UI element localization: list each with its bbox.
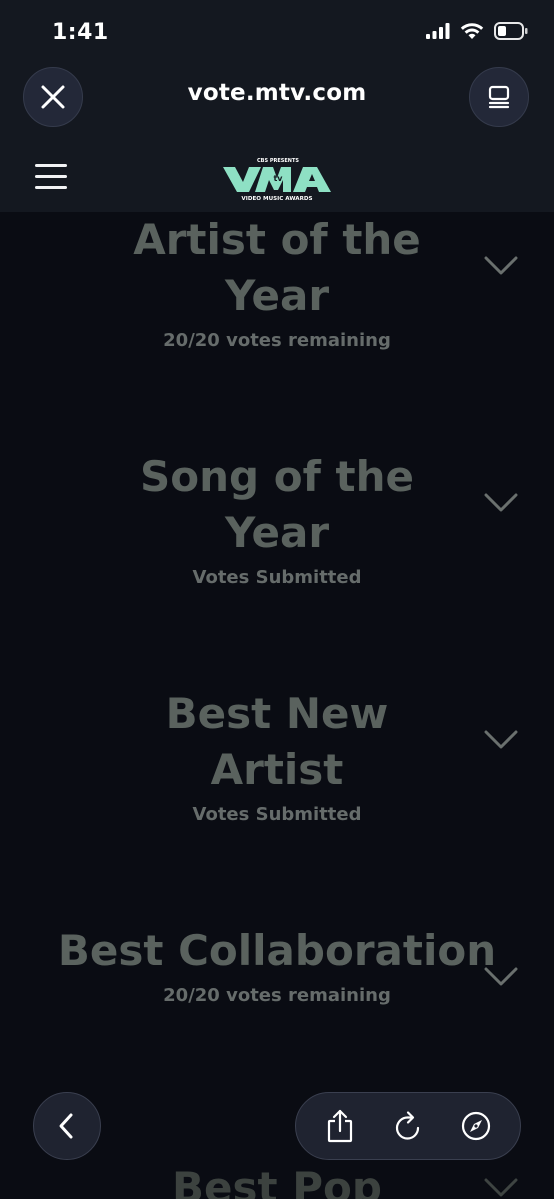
battery-icon (494, 22, 528, 40)
category-title: Song of the Year (140, 452, 414, 557)
logo-presenter-text: CBS PRESENTS (257, 158, 299, 164)
logo-subtitle-text: VIDEO MUSIC AWARDS (241, 196, 312, 202)
hamburger-line (35, 186, 67, 189)
chevron-down-icon[interactable] (484, 730, 518, 750)
chevron-down-icon[interactable] (484, 1178, 518, 1198)
category-best-new-artist[interactable]: Best New Artist Votes Submitted (0, 686, 554, 825)
chevron-down-icon[interactable] (484, 493, 518, 513)
chevron-down-icon[interactable] (484, 256, 518, 276)
category-best-collaboration[interactable]: Best Collaboration 20/20 votes remaining (0, 923, 554, 1006)
status-icons (426, 22, 528, 40)
reload-icon (395, 1111, 420, 1140)
cellular-signal-icon (426, 23, 450, 39)
share-icon (327, 1109, 353, 1143)
svg-text:tv: tv (273, 174, 283, 183)
status-time: 1:41 (52, 20, 109, 45)
back-button[interactable] (33, 1092, 101, 1160)
chevron-down-icon[interactable] (484, 967, 518, 987)
category-title: Best Collaboration (57, 926, 497, 975)
hamburger-line (35, 164, 67, 167)
category-status: Votes Submitted (192, 804, 362, 825)
category-artist-of-the-year[interactable]: Artist of the Year 20/20 votes remaining (0, 212, 554, 351)
vma-logo[interactable]: CBS PRESENTS tv VIDEO MUSIC AWARDS (221, 154, 333, 202)
compass-icon (461, 1111, 491, 1141)
open-in-safari-button[interactable] (454, 1104, 498, 1148)
tabs-icon (488, 85, 510, 109)
url-address[interactable]: vote.mtv.com (120, 80, 434, 106)
reload-button[interactable] (386, 1104, 430, 1148)
category-title: Best New Artist (165, 689, 389, 794)
category-status: Votes Submitted (192, 567, 362, 588)
browser-toolbar (295, 1092, 521, 1160)
close-icon (41, 85, 65, 109)
category-best-pop[interactable]: Best Pop (0, 1160, 554, 1199)
category-status: 20/20 votes remaining (163, 330, 391, 351)
category-title: Artist of the Year (133, 215, 421, 320)
hamburger-line (35, 175, 67, 178)
category-status: 20/20 votes remaining (163, 985, 391, 1006)
app-screen: 1:41 vote.mtv.com CBS PRESENTS tv VIDEO … (0, 0, 554, 1199)
share-button[interactable] (318, 1104, 362, 1148)
wifi-icon (460, 23, 484, 39)
category-song-of-the-year[interactable]: Song of the Year Votes Submitted (0, 449, 554, 588)
header-bar: 1:41 vote.mtv.com CBS PRESENTS tv VIDEO … (0, 0, 554, 212)
hamburger-menu-button[interactable] (35, 164, 67, 190)
chevron-left-icon (59, 1113, 73, 1139)
tabs-button[interactable] (469, 67, 529, 127)
close-button[interactable] (23, 67, 83, 127)
category-title: Best Pop (172, 1163, 382, 1199)
